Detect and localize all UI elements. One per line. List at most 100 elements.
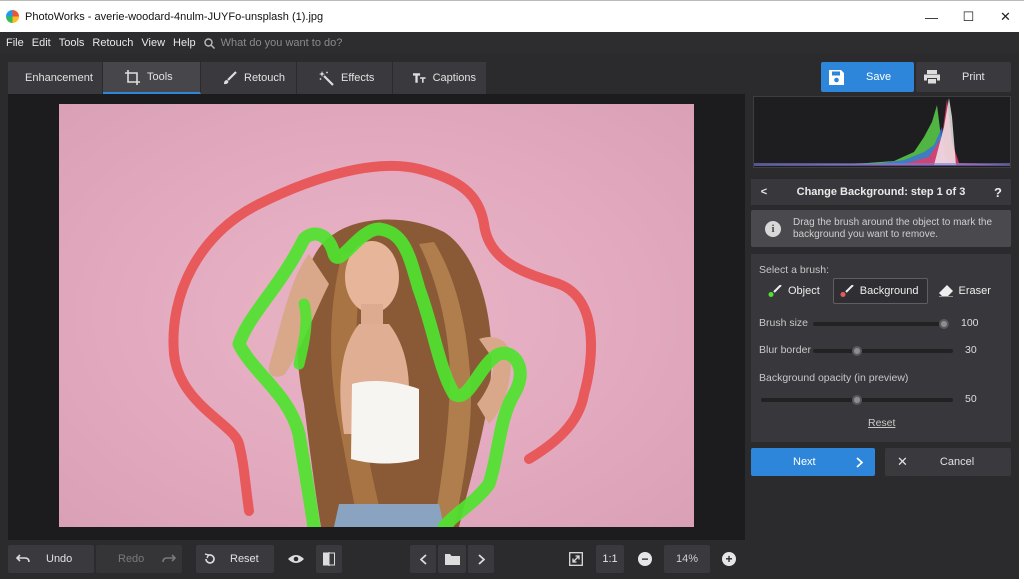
back-chevron-icon[interactable]: < [751, 186, 777, 198]
app-workspace: Enhancement Tools Retouch Effects Captio… [0, 54, 1019, 579]
select-brush-label: Select a brush: [759, 264, 830, 276]
search-icon [203, 37, 215, 49]
step-title: Change Background: step 1 of 3 [796, 186, 966, 198]
info-text: Drag the brush around the object to mark… [793, 216, 993, 240]
eraser-icon [938, 285, 953, 297]
undo-button[interactable]: Undo [8, 545, 94, 573]
eye-icon [288, 555, 304, 563]
menu-tools[interactable]: Tools [59, 37, 85, 49]
eraser-brush-label: Eraser [958, 285, 991, 297]
eraser-brush-button[interactable]: Eraser [932, 278, 1000, 304]
cancel-label: Cancel [939, 456, 975, 468]
object-brush-button[interactable]: Object [761, 278, 829, 304]
crop-icon [125, 69, 140, 85]
bg-opacity-value: 50 [965, 393, 977, 405]
tab-effects[interactable]: Effects [297, 62, 393, 94]
tab-retouch-label: Retouch [244, 72, 285, 84]
chevron-left-icon [419, 553, 427, 565]
background-brush-label: Background [859, 285, 919, 297]
image-canvas[interactable] [8, 94, 745, 540]
bg-opacity-slider[interactable] [761, 395, 953, 405]
blur-border-label: Blur border [759, 344, 811, 356]
tab-tools[interactable]: Tools [103, 62, 201, 94]
brush-options: Object Background Eraser [761, 278, 1004, 304]
reset-label: Reset [230, 553, 259, 565]
photo[interactable] [59, 104, 694, 527]
brush-icon [224, 71, 237, 85]
menu-help[interactable]: Help [173, 37, 196, 49]
menu-edit[interactable]: Edit [32, 37, 51, 49]
compare-button[interactable] [316, 545, 342, 573]
object-brush-label: Object [788, 285, 820, 297]
background-brush-button[interactable]: Background [832, 278, 928, 304]
background-brush-icon [840, 285, 854, 297]
bg-opacity-label: Background opacity (in preview) [759, 372, 909, 384]
tab-tools-label: Tools [147, 71, 173, 83]
menu-file[interactable]: File [6, 37, 24, 49]
menu-search[interactable]: What do you want to do? [203, 37, 342, 49]
blur-border-value: 30 [965, 344, 977, 356]
minimize-button[interactable]: — [913, 1, 950, 33]
undo-label: Undo [46, 553, 73, 565]
brush-panel: Select a brush: Object Background Eraser… [751, 254, 1011, 442]
open-folder-button[interactable] [438, 545, 466, 573]
window-title-bar: PhotoWorks - averie-woodard-4nulm-JUYFo-… [0, 0, 1024, 32]
tab-captions-label: Captions [432, 72, 476, 84]
menu-view[interactable]: View [141, 37, 165, 49]
fit-screen-icon [569, 552, 583, 566]
fit-to-screen-button[interactable] [562, 545, 590, 573]
tab-captions[interactable]: Captions [393, 62, 487, 94]
tab-retouch[interactable]: Retouch [201, 62, 297, 94]
zoom-value: 14% [664, 545, 710, 573]
info-icon: i [765, 220, 781, 237]
brush-size-label: Brush size [759, 317, 809, 329]
brush-size-value: 100 [961, 317, 979, 329]
previous-image-button[interactable] [410, 545, 436, 573]
save-button[interactable]: Save [821, 62, 914, 92]
next-image-button[interactable] [468, 545, 494, 573]
window-border [0, 579, 1024, 583]
plus-icon: + [722, 552, 736, 566]
photo-illustration [168, 160, 597, 527]
object-brush-icon [768, 285, 782, 297]
printer-icon [924, 70, 940, 84]
redo-icon [162, 554, 177, 563]
redo-button[interactable]: Redo [96, 545, 182, 573]
step-header: < Change Background: step 1 of 3 ? [751, 179, 1011, 205]
save-label: Save [866, 71, 892, 83]
bg-opacity-knob[interactable] [852, 395, 862, 405]
close-button[interactable]: ✕ [987, 1, 1024, 33]
blur-border-slider[interactable] [813, 346, 953, 356]
print-button[interactable]: Print [916, 62, 1011, 92]
preview-button[interactable] [282, 545, 310, 573]
panel-reset-link[interactable]: Reset [868, 417, 895, 429]
save-icon [829, 69, 844, 85]
help-button[interactable]: ? [985, 185, 1011, 200]
chevron-right-icon [856, 456, 863, 468]
window-title: PhotoWorks - averie-woodard-4nulm-JUYFo-… [25, 10, 324, 23]
tab-effects-label: Effects [341, 72, 375, 84]
zoom-out-button[interactable]: − [632, 545, 658, 573]
minus-icon: − [638, 552, 652, 566]
next-button[interactable]: Next [751, 448, 875, 476]
cancel-button[interactable]: ✕ Cancel [885, 448, 1011, 476]
redo-label: Redo [118, 553, 145, 565]
chevron-right-icon [477, 553, 485, 565]
menu-retouch[interactable]: Retouch [92, 37, 133, 49]
tab-enhancement-label: Enhancement [25, 72, 93, 84]
maximize-button[interactable]: ☐ [950, 1, 987, 33]
magic-wand-icon [319, 70, 334, 86]
print-label: Print [962, 71, 985, 83]
tab-enhancement[interactable]: Enhancement [8, 62, 103, 94]
undo-icon [16, 554, 30, 563]
next-label: Next [793, 456, 816, 468]
blur-border-knob[interactable] [852, 346, 862, 356]
brush-size-knob[interactable] [939, 319, 949, 329]
folder-icon [444, 554, 460, 565]
menu-bar: File Edit Tools Retouch View Help What d… [0, 32, 1019, 54]
info-box: i Drag the brush around the object to ma… [751, 210, 1011, 247]
zoom-in-button[interactable]: + [716, 545, 742, 573]
reset-button[interactable]: Reset [196, 545, 274, 573]
actual-size-button[interactable]: 1:1 [596, 545, 624, 573]
brush-size-slider[interactable] [813, 319, 949, 329]
